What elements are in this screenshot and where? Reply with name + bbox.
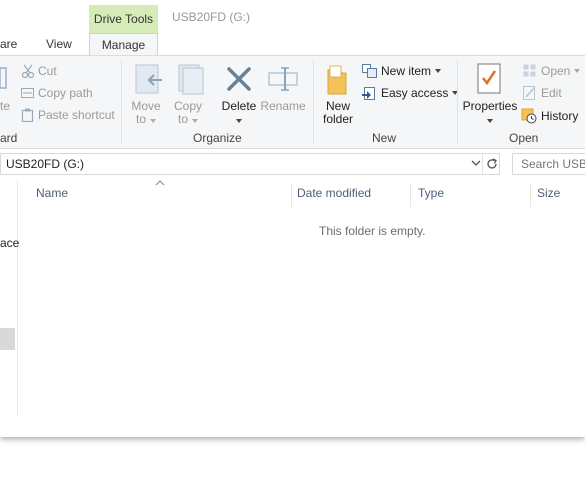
copy-to-label: Copy bbox=[173, 99, 202, 113]
easy-access-label: Easy access bbox=[381, 86, 449, 100]
paste-shortcut-label: Paste shortcut bbox=[38, 108, 115, 122]
easy-access-button[interactable]: Easy access bbox=[362, 86, 459, 100]
rename-icon bbox=[268, 67, 298, 91]
tab-share[interactable]: are bbox=[0, 33, 17, 55]
sort-ascending-icon bbox=[155, 180, 165, 186]
properties-button[interactable]: Properties bbox=[462, 100, 518, 126]
paste-shortcut-button[interactable]: Paste shortcut bbox=[21, 108, 115, 122]
paste-shortcut-icon bbox=[21, 108, 34, 122]
nav-item-label[interactable]: ace bbox=[0, 236, 19, 250]
open-group-label: Open bbox=[509, 131, 539, 145]
ribbon: te Cut Copy path Paste shortcut ard Move… bbox=[0, 55, 585, 149]
drive-tools-contextual-tab[interactable]: Drive Tools bbox=[89, 5, 158, 33]
new-folder-label-2: folder bbox=[322, 112, 354, 126]
chevron-down-icon bbox=[574, 69, 581, 73]
address-path: USB20FD (G:) bbox=[6, 157, 85, 171]
ribbon-tab-bar: are View Manage bbox=[0, 33, 585, 55]
history-button[interactable]: History bbox=[521, 108, 578, 124]
chevron-down-icon bbox=[236, 119, 242, 123]
delete-x-icon bbox=[227, 67, 251, 91]
column-header-name[interactable]: Name bbox=[36, 186, 68, 200]
clipboard-group-label: ard bbox=[0, 131, 18, 145]
tab-manage[interactable]: Manage bbox=[89, 33, 158, 55]
edit-icon bbox=[523, 86, 535, 100]
history-icon bbox=[521, 108, 537, 124]
chevron-down-icon bbox=[150, 119, 156, 123]
organize-group-label: Organize bbox=[193, 131, 242, 145]
explorer-window: Drive Tools USB20FD (G:) are View Manage… bbox=[0, 0, 585, 437]
navigation-pane[interactable]: ace bbox=[0, 180, 19, 416]
new-item-button[interactable]: New item bbox=[362, 64, 442, 78]
column-header-date-modified[interactable]: Date modified bbox=[297, 186, 371, 200]
chevron-down-icon bbox=[487, 119, 493, 123]
new-item-label: New item bbox=[381, 64, 432, 78]
refresh-icon[interactable] bbox=[485, 157, 499, 171]
new-group-label: New bbox=[372, 131, 397, 145]
properties-label: Properties bbox=[462, 99, 518, 113]
new-folder-button[interactable]: New folder bbox=[318, 100, 358, 126]
title-bar: Drive Tools USB20FD (G:) bbox=[0, 0, 585, 33]
chevron-down-icon bbox=[435, 69, 442, 73]
chevron-down-icon[interactable] bbox=[471, 160, 481, 168]
history-label: History bbox=[541, 109, 579, 123]
delete-button[interactable]: Delete bbox=[220, 100, 258, 126]
address-divider bbox=[482, 154, 483, 174]
edit-button[interactable]: Edit bbox=[523, 86, 562, 100]
copy-path-label: Copy path bbox=[38, 86, 93, 100]
tab-view[interactable]: View bbox=[46, 33, 72, 55]
new-folder-icon bbox=[327, 65, 347, 95]
properties-icon bbox=[477, 63, 501, 94]
open-button[interactable]: Open bbox=[523, 64, 581, 78]
open-label: Open bbox=[541, 64, 571, 78]
ribbon-separator bbox=[313, 60, 314, 144]
window-title: USB20FD (G:) bbox=[172, 10, 251, 24]
ribbon-separator bbox=[457, 60, 458, 144]
open-icon bbox=[523, 64, 536, 77]
copy-path-icon bbox=[21, 88, 34, 98]
rename-button[interactable]: Rename bbox=[260, 100, 306, 113]
easy-access-icon bbox=[362, 87, 375, 100]
edit-label: Edit bbox=[541, 86, 562, 100]
move-to-icon bbox=[135, 64, 162, 94]
scissors-icon bbox=[21, 64, 35, 78]
column-header-size[interactable]: Size bbox=[537, 186, 560, 200]
copy-to-label-2: to bbox=[177, 112, 188, 126]
paste-icon bbox=[0, 67, 7, 89]
search-placeholder: Search USB2 bbox=[521, 157, 585, 171]
move-to-label-2: to bbox=[135, 112, 146, 126]
copy-to-button[interactable]: Copy to bbox=[170, 100, 206, 126]
copy-path-button[interactable]: Copy path bbox=[21, 86, 93, 100]
column-divider[interactable] bbox=[410, 183, 411, 207]
cut-label: Cut bbox=[38, 64, 57, 78]
delete-label: Delete bbox=[221, 99, 257, 113]
address-bar[interactable]: USB20FD (G:) bbox=[0, 153, 500, 175]
move-to-label: Move bbox=[131, 99, 161, 113]
column-divider[interactable] bbox=[291, 183, 292, 207]
paste-label[interactable]: te bbox=[0, 100, 10, 113]
move-to-button[interactable]: Move to bbox=[128, 100, 164, 126]
chevron-down-icon bbox=[192, 119, 198, 123]
nav-item-selected[interactable] bbox=[0, 328, 15, 350]
cut-button[interactable]: Cut bbox=[21, 64, 57, 78]
column-divider[interactable] bbox=[530, 183, 531, 207]
ribbon-separator bbox=[121, 60, 122, 144]
column-header-type[interactable]: Type bbox=[418, 186, 444, 200]
new-item-icon bbox=[362, 64, 377, 78]
copy-to-icon bbox=[178, 64, 204, 95]
empty-folder-message: This folder is empty. bbox=[319, 224, 426, 238]
search-box[interactable]: Search USB2 bbox=[512, 153, 585, 175]
